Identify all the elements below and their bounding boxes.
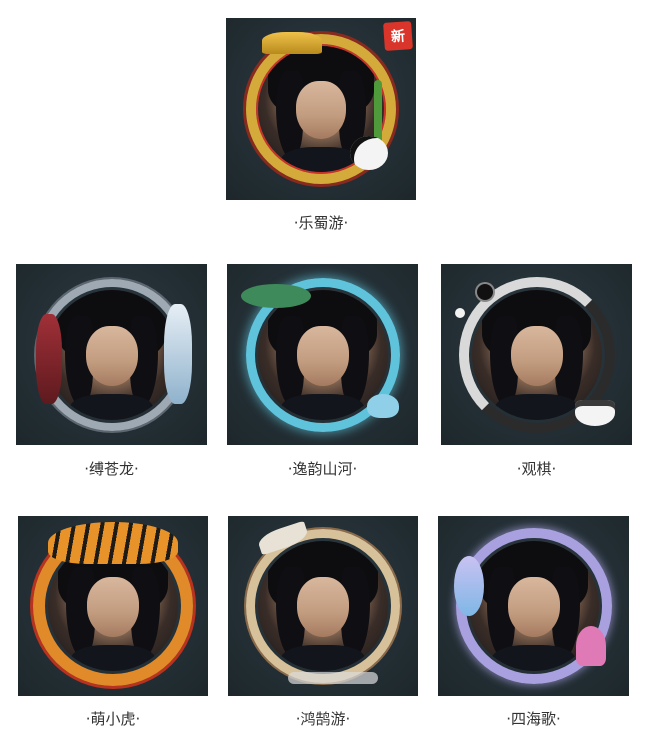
avatar-frame-card-yiyunshanhe[interactable] [227, 264, 418, 445]
frame-caption: ·逸韵山河· [287, 460, 358, 478]
character-portrait [46, 289, 177, 420]
frame-caption: ·乐蜀游· [293, 214, 349, 232]
new-badge: 新 [383, 21, 413, 51]
frame-caption: ·缚苍龙· [84, 460, 139, 478]
avatar-frame-card-leshuyou[interactable]: 新 [226, 18, 416, 200]
frame-caption: ·萌小虎· [85, 710, 141, 728]
avatar-frame-card-mengxiaohu[interactable] [18, 516, 208, 696]
avatar-frame-card-honghuyou[interactable] [228, 516, 418, 696]
avatar-frame-card-guanqi[interactable] [441, 264, 632, 445]
character-portrait [258, 541, 388, 671]
character-portrait [471, 289, 602, 420]
frame-caption: ·四海歌· [506, 710, 561, 728]
character-portrait [468, 541, 599, 671]
frame-caption: ·鸿鹄游· [295, 710, 351, 728]
character-portrait [48, 541, 178, 671]
character-portrait [258, 46, 384, 172]
avatar-frame-card-fucanglong[interactable] [16, 264, 207, 445]
character-portrait [257, 289, 388, 420]
frame-caption: ·观棋· [516, 460, 557, 478]
avatar-frame-card-sihaige[interactable] [438, 516, 629, 696]
